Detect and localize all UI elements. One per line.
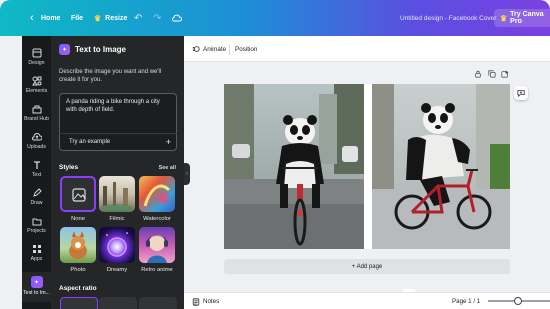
page-indicator[interactable]: Page 1 / 1 (452, 293, 480, 309)
crown-icon: ♛ (94, 13, 102, 23)
style-label-photo: Photo (70, 267, 86, 273)
text-icon (33, 161, 40, 169)
apps-icon (32, 245, 41, 253)
rail-label: Text (31, 172, 42, 178)
file-menu-button[interactable]: File (71, 0, 83, 36)
style-tile-retro-anime[interactable] (139, 227, 175, 263)
style-tile-filmic[interactable] (99, 176, 135, 212)
image-placeholder-icon (72, 188, 86, 202)
prompt-text: A panda riding a bike through a city wit… (66, 99, 160, 113)
notes-label: Notes (203, 298, 220, 305)
uploads-icon (31, 132, 42, 141)
panda-bike-image (372, 84, 510, 249)
elements-icon (31, 76, 41, 86)
try-example-label: Try an example (69, 139, 111, 145)
add-comment-icon[interactable] (514, 86, 528, 100)
editor-toolbar: Animate Position (184, 36, 550, 62)
position-button[interactable]: Position (235, 36, 257, 62)
rail-label: Apps (30, 256, 43, 262)
panel-description: Describe the image you want and we'll cr… (59, 69, 162, 83)
text-to-image-panel: ✦ Text to Image Describe the image you w… (51, 36, 184, 309)
generated-image-right[interactable] (372, 84, 510, 249)
rail-item-text[interactable]: Text (22, 160, 51, 178)
style-label-filmic: Filmic (109, 216, 125, 222)
style-tile-watercolor[interactable] (139, 176, 175, 212)
style-label-none: None (71, 216, 85, 222)
duplicate-page-icon[interactable] (488, 70, 496, 80)
rail-item-elements[interactable]: Elements (22, 76, 51, 94)
watercolor-thumbnail (143, 184, 171, 207)
plus-icon: + (165, 137, 171, 147)
panel-header: ✦ Text to Image (59, 44, 126, 55)
rail-item-draw[interactable]: Draw (22, 188, 51, 206)
crown-icon: ♛ (500, 13, 508, 23)
dreamy-thumbnail (106, 232, 128, 257)
photo-thumbnail (69, 231, 87, 259)
animate-button[interactable]: Animate (192, 36, 226, 62)
cloud-save-icon[interactable] (172, 0, 182, 36)
generated-image-left[interactable] (224, 84, 364, 249)
add-page-icon[interactable] (501, 70, 509, 80)
toolbar-divider (229, 44, 230, 55)
panda-bike-image (224, 84, 364, 249)
see-all-link[interactable]: See all (159, 165, 176, 171)
draw-icon (32, 188, 42, 197)
top-bar: ‹ Home File ♛ Resize ↶ ↷ Untitled design… (0, 0, 550, 36)
rail-label: Elements (25, 88, 48, 94)
rail-label: Projects (27, 228, 46, 234)
text-to-image-app-icon: ✦ (59, 44, 70, 55)
lock-icon[interactable] (474, 70, 482, 80)
try-example-button[interactable]: Try an example + (59, 133, 177, 150)
rail-item-apps[interactable]: Apps (22, 244, 51, 262)
rail-item-uploads[interactable]: Uploads (22, 132, 51, 150)
rail-item-text-to-image[interactable]: ✦ Text to Im... (22, 272, 51, 302)
rail-item-brand-hub[interactable]: Brand Hub (22, 104, 51, 122)
style-tile-dreamy[interactable] (99, 227, 135, 263)
text-to-image-icon: ✦ (30, 276, 43, 288)
try-canva-pro-button[interactable]: ♛ Try Canva Pro (494, 9, 550, 27)
zoom-slider-knob[interactable] (514, 297, 522, 305)
aspect-option-portrait[interactable] (139, 297, 177, 309)
rail-label: Design (28, 60, 45, 66)
aspect-ratio-heading: Aspect ratio (59, 285, 97, 292)
aspect-option-square[interactable] (60, 297, 98, 309)
projects-icon (32, 218, 41, 226)
undo-icon[interactable]: ↶ (134, 0, 142, 36)
styles-heading: Styles (59, 164, 79, 171)
rail-item-design[interactable]: Design (22, 48, 51, 66)
redo-icon[interactable]: ↷ (153, 0, 161, 36)
rail-label: Text to Im... (23, 290, 50, 296)
retro-anime-thumbnail (146, 235, 168, 263)
left-rail: Design Elements Brand Hub Uploads Text D… (22, 36, 51, 309)
notes-icon (192, 297, 200, 306)
back-chevron-icon[interactable]: ‹ (30, 0, 34, 36)
style-label-retro-anime: Retro anime (141, 267, 173, 273)
resize-label: Resize (105, 14, 128, 22)
design-icon (32, 48, 41, 58)
add-page-button[interactable]: + Add page (224, 259, 510, 274)
style-tile-none[interactable] (60, 176, 96, 212)
try-pro-label: Try Canva Pro (510, 11, 544, 25)
panel-title: Text to Image (75, 45, 126, 54)
filmic-thumbnail (101, 182, 133, 212)
home-button[interactable]: Home (41, 0, 60, 36)
rail-label: Draw (30, 200, 43, 206)
resize-button[interactable]: ♛ Resize (94, 0, 127, 36)
style-label-dreamy: Dreamy (106, 267, 128, 273)
brand-hub-icon (32, 105, 41, 114)
notes-button[interactable]: Notes (192, 293, 219, 309)
rail-label: Brand Hub (24, 116, 49, 122)
style-tile-photo[interactable] (60, 227, 96, 263)
animate-icon (192, 46, 200, 52)
style-label-watercolor: Watercolor (143, 216, 171, 222)
document-title[interactable]: Untitled design - Facebook Cover (400, 0, 496, 36)
aspect-option-landscape[interactable] (99, 297, 137, 309)
rail-item-projects[interactable]: Projects (22, 216, 51, 234)
rail-label: Uploads (26, 144, 47, 150)
animate-label: Animate (203, 45, 227, 53)
